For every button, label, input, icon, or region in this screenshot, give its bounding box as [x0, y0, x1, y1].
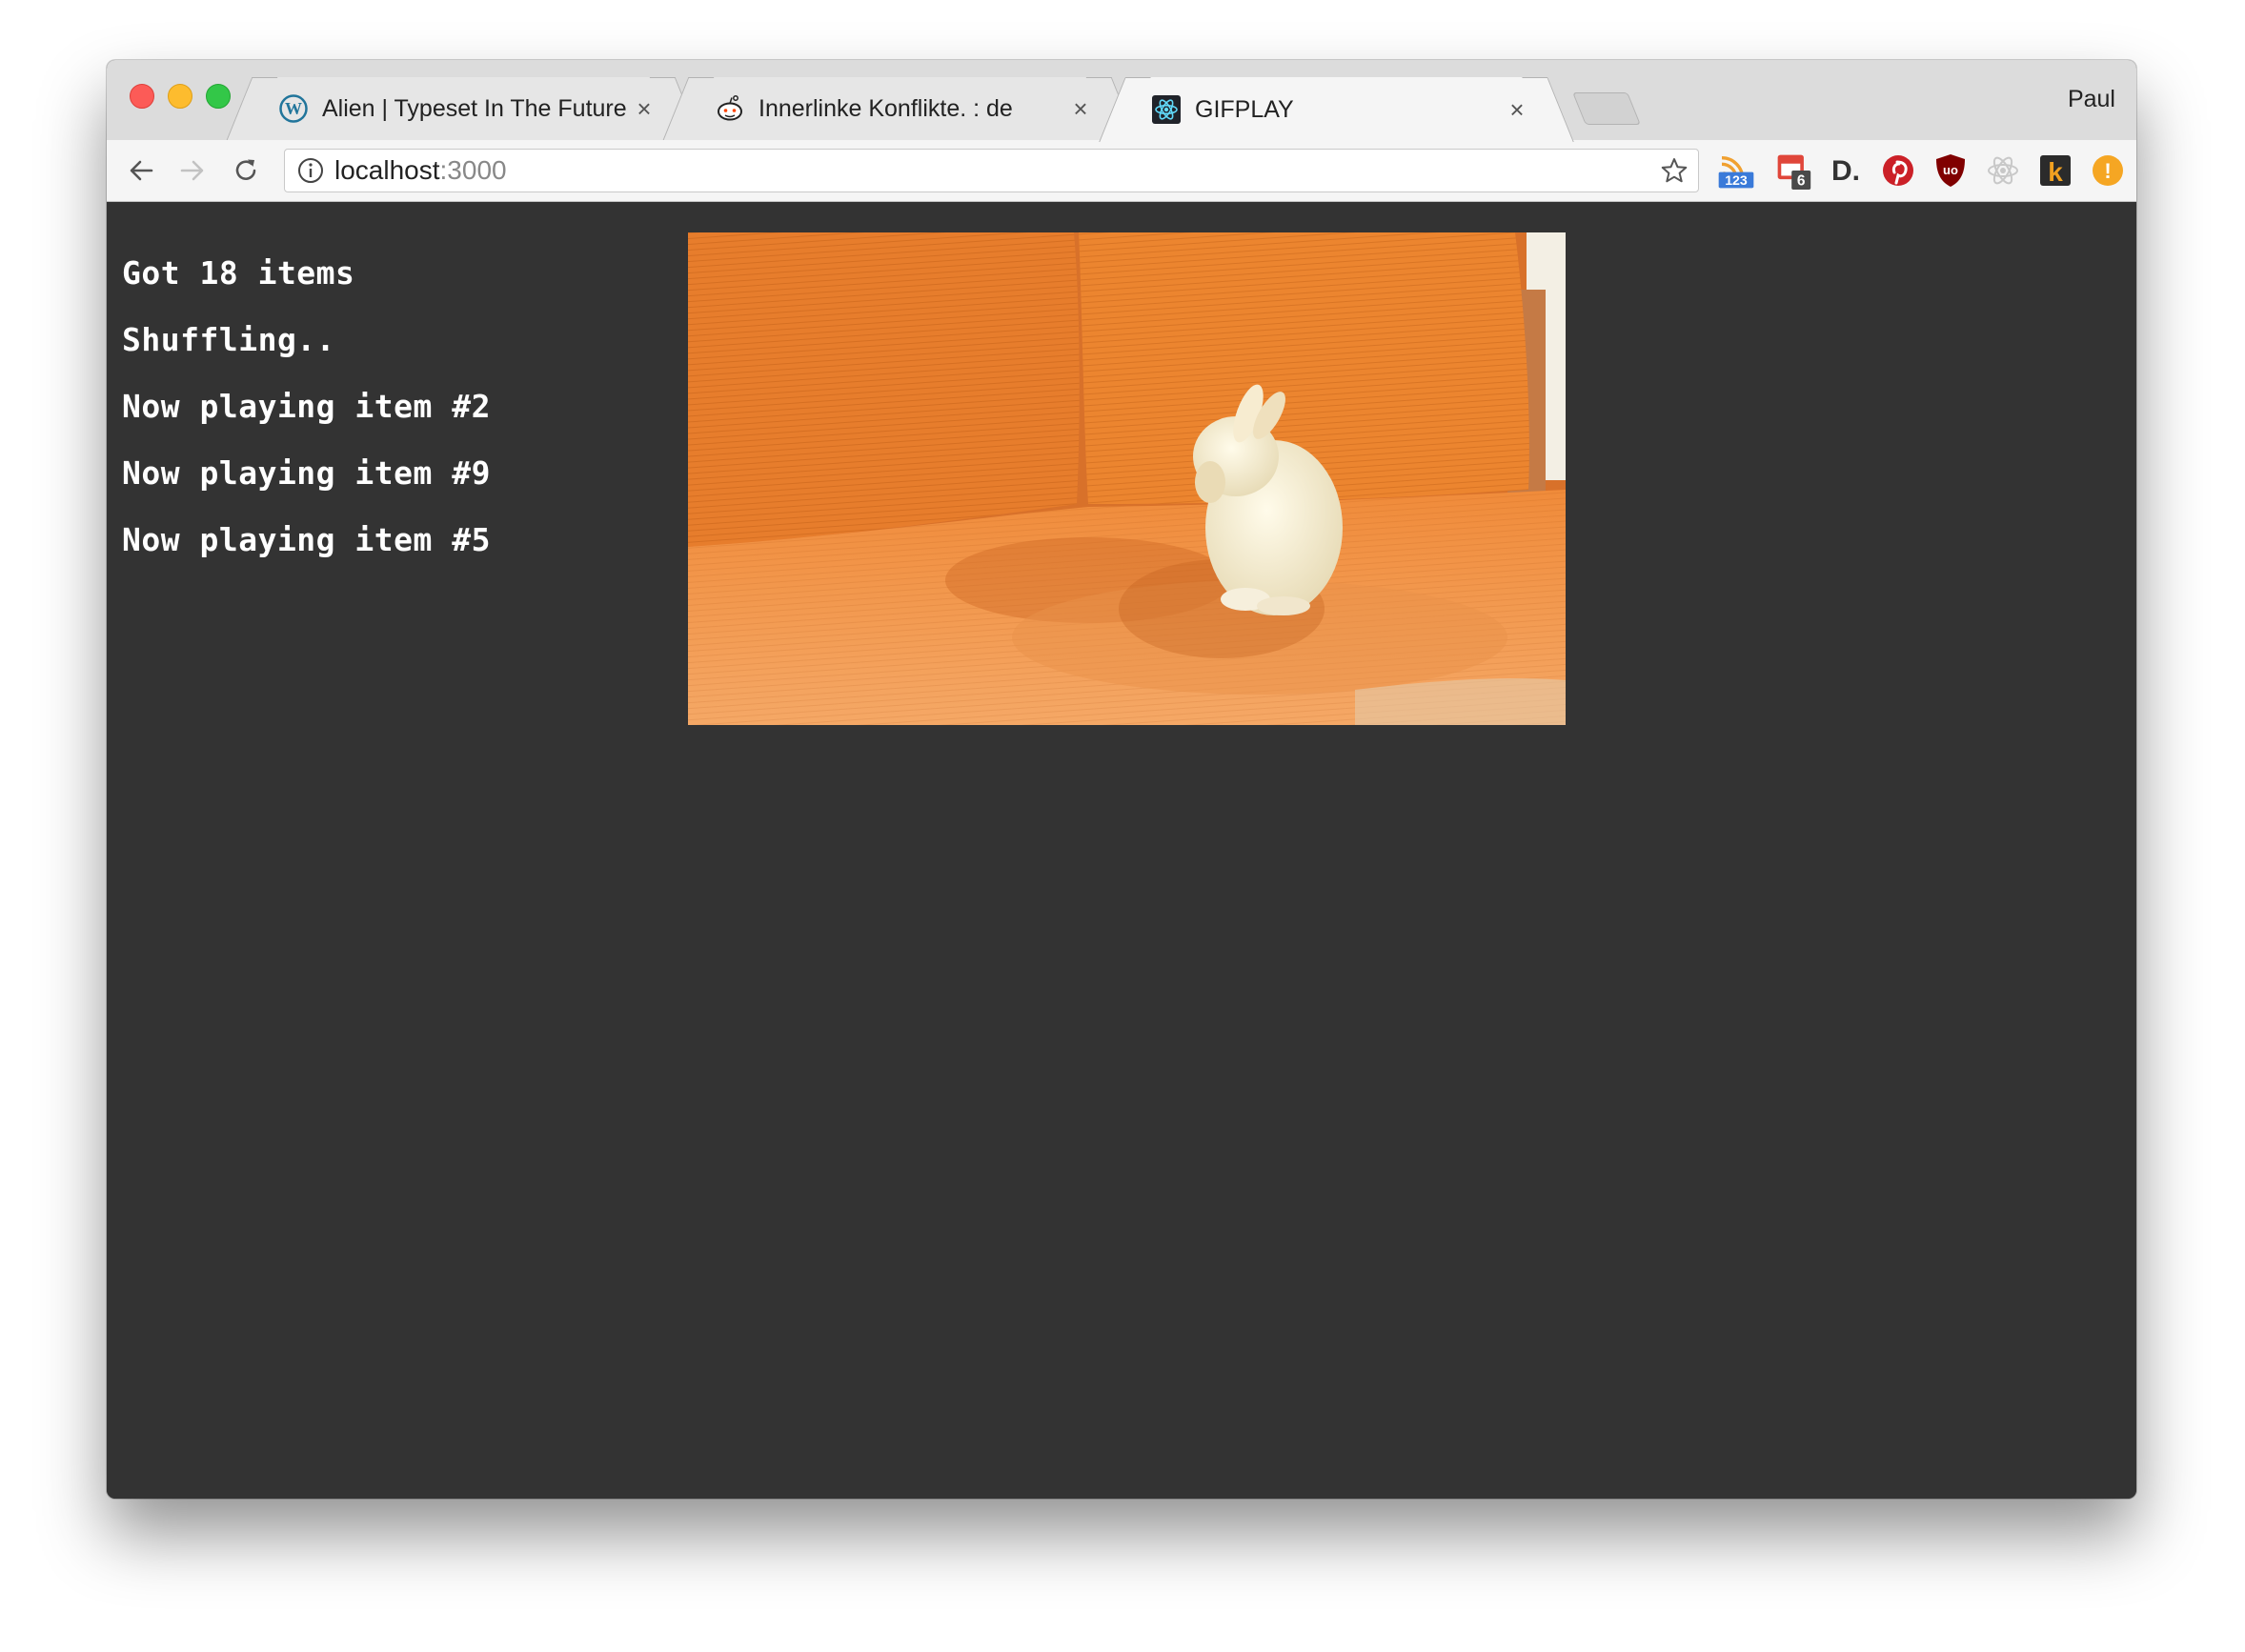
tab-title: Innerlinke Konflikte. : de [758, 94, 1013, 122]
d-extension[interactable]: D. [1827, 151, 1865, 190]
k-extension[interactable]: k [2036, 151, 2074, 190]
calendar-icon: 6 [1777, 154, 1811, 190]
profile-name[interactable]: Paul [2068, 86, 2115, 113]
forward-button[interactable] [175, 153, 210, 188]
pinterest-icon [1883, 155, 1913, 186]
d-icon: D. [1831, 155, 1860, 187]
tab-close-button[interactable]: × [1068, 94, 1093, 124]
window-minimize-button[interactable] [168, 84, 192, 109]
reload-icon [235, 159, 256, 180]
d-label: D. [1831, 155, 1860, 187]
alert-icon: ! [2093, 155, 2123, 186]
log-line: Shuffling.. [122, 321, 336, 358]
forward-arrow-icon [180, 160, 204, 181]
new-tab-button[interactable] [1572, 92, 1641, 125]
tab-strip: W Alien | Typeset In The Future × Innerl… [107, 60, 2136, 142]
alert-label: ! [2104, 159, 2111, 183]
alert-extension[interactable]: ! [2089, 151, 2127, 190]
react-devtools-icon [1988, 156, 2018, 185]
k-label: k [2048, 157, 2063, 187]
rss-feed-icon: 123 [1718, 156, 1754, 189]
tab-close-button[interactable]: × [1505, 95, 1529, 125]
rss-feed-extension[interactable]: 123 [1717, 151, 1755, 190]
reddit-icon [715, 93, 745, 124]
tab-alien[interactable]: W Alien | Typeset In The Future × [252, 77, 676, 140]
ublock-label: uo [1943, 163, 1958, 177]
ublock-icon: uo [1936, 154, 1965, 187]
bunny-gif-image [688, 232, 1566, 725]
page-content: Got 18 items Shuffling.. Now playing ite… [107, 202, 2136, 1499]
window-close-button[interactable] [130, 84, 154, 109]
tab-reddit[interactable]: Innerlinke Konflikte. : de × [688, 77, 1112, 140]
status-log: Got 18 items Shuffling.. Now playing ite… [122, 240, 491, 574]
window-zoom-button[interactable] [206, 84, 231, 109]
back-button[interactable] [124, 153, 158, 188]
tab-close-button[interactable]: × [632, 94, 657, 124]
bookmark-star-icon[interactable] [1660, 156, 1689, 185]
svg-text:W: W [285, 99, 302, 118]
info-icon[interactable] [296, 156, 325, 185]
tab-gifplay[interactable]: GIFPLAY × [1124, 77, 1548, 142]
log-line: Now playing item #2 [122, 388, 491, 425]
url-port: :3000 [439, 155, 507, 185]
url-host: localhost [334, 155, 440, 185]
browser-toolbar: localhost:3000 123 6 D. uo k ! [107, 140, 2136, 202]
react-icon [1151, 94, 1182, 125]
back-arrow-icon [130, 160, 153, 181]
browser-window: W Alien | Typeset In The Future × Innerl… [107, 60, 2136, 1499]
gif-player[interactable] [688, 232, 1566, 725]
url-text[interactable]: localhost:3000 [334, 155, 507, 186]
reload-button[interactable] [229, 153, 263, 188]
wordpress-icon: W [278, 93, 309, 124]
tab-title: GIFPLAY [1195, 95, 1294, 123]
rss-badge: 123 [1725, 173, 1748, 189]
react-devtools-extension[interactable] [1984, 151, 2022, 190]
ublock-extension[interactable]: uo [1932, 151, 1970, 190]
tab-title: Alien | Typeset In The Future [322, 94, 627, 122]
log-line: Now playing item #5 [122, 521, 491, 558]
calendar-badge: 6 [1797, 172, 1806, 189]
address-bar[interactable]: localhost:3000 [284, 149, 1699, 192]
pinterest-extension[interactable] [1879, 151, 1917, 190]
calendar-extension[interactable]: 6 [1774, 151, 1812, 190]
log-line: Now playing item #9 [122, 454, 491, 492]
k-icon: k [2040, 155, 2071, 187]
log-line: Got 18 items [122, 254, 355, 292]
